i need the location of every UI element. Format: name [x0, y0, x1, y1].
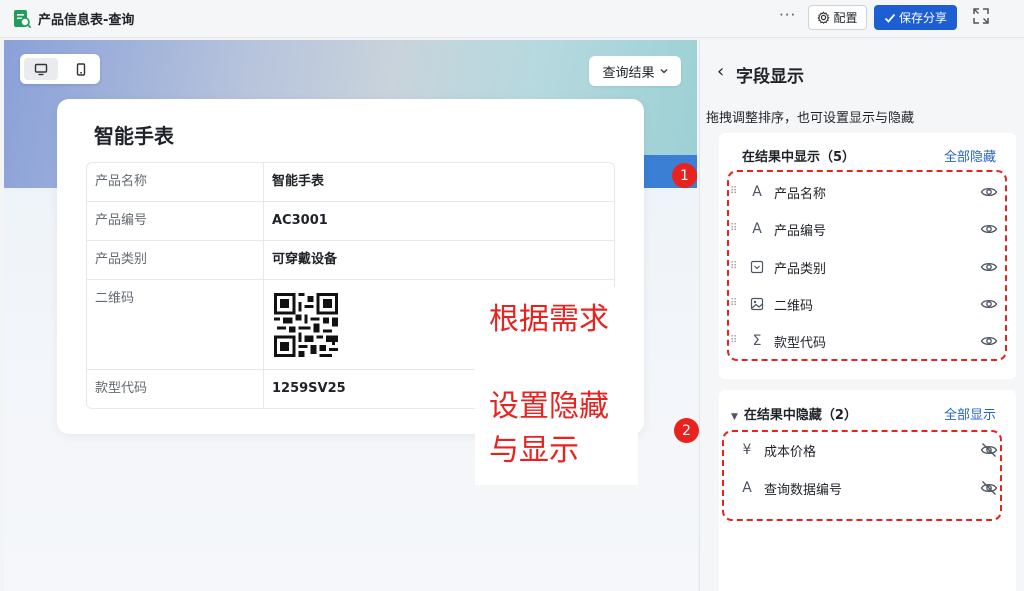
panel-hint: 拖拽调整排序，也可设置显示与隐藏: [706, 111, 915, 126]
top-bar: 产品信息表-查询 ··· 配置 保存分享: [0, 0, 1024, 38]
annotation-dashed-box: [727, 170, 1007, 361]
annotation-badge: 1: [672, 163, 697, 188]
hidden-group-title[interactable]: ▼ 在结果中隐藏（2）: [731, 404, 857, 423]
back-arrow-icon[interactable]: ‹: [717, 61, 724, 82]
field-key: 二维码: [87, 280, 264, 369]
field-key: 款型代码: [87, 370, 264, 408]
monitor-icon: [34, 63, 48, 75]
config-button[interactable]: 配置: [808, 5, 867, 30]
save-share-label: 保存分享: [898, 11, 947, 25]
device-toggle: [20, 54, 100, 84]
field-key: 产品名称: [87, 163, 264, 201]
hide-all-button[interactable]: 全部隐藏: [944, 146, 996, 165]
fullscreen-icon[interactable]: [972, 7, 990, 25]
check-icon: [884, 13, 896, 23]
qr-code-image: [274, 293, 338, 357]
save-share-button[interactable]: 保存分享: [874, 5, 957, 30]
annotation-text: 根据需求: [489, 302, 609, 337]
more-icon[interactable]: ···: [779, 6, 796, 24]
annotation-badge: 2: [674, 418, 699, 443]
config-label: 配置: [833, 11, 858, 25]
field-value: AC3001: [272, 213, 328, 228]
annotation-text: 与显示: [489, 433, 579, 468]
field-value: 智能手表: [272, 174, 325, 189]
gear-icon: [817, 11, 831, 24]
field-key: 产品类别: [87, 241, 264, 279]
table-row: 产品编号 AC3001: [87, 202, 614, 241]
app-logo-icon: [14, 10, 31, 28]
panel-title: 字段显示: [736, 67, 804, 87]
annotation-text: 设置隐藏: [489, 389, 609, 424]
query-result-label: 查询结果: [602, 65, 655, 81]
field-key: 产品编号: [87, 202, 264, 240]
field-value: 可穿戴设备: [272, 252, 338, 267]
query-result-dropdown[interactable]: 查询结果: [589, 56, 681, 86]
card-title: 智能手表: [94, 124, 174, 148]
phone-icon: [76, 62, 86, 76]
desktop-view-button[interactable]: [24, 58, 58, 80]
hidden-group-label: 在结果中隐藏（2）: [743, 408, 857, 423]
mobile-view-button[interactable]: [64, 58, 98, 80]
table-row: 产品类别 可穿戴设备: [87, 241, 614, 280]
collapse-triangle-icon[interactable]: ▼: [731, 412, 738, 422]
annotation-dashed-box: [722, 430, 1002, 521]
shown-group-title: 在结果中显示（5）: [742, 150, 856, 165]
chevron-down-icon: [660, 69, 667, 74]
app-title: 产品信息表-查询: [38, 13, 135, 28]
table-row: 产品名称 智能手表: [87, 163, 614, 202]
show-all-button[interactable]: 全部显示: [944, 404, 996, 423]
